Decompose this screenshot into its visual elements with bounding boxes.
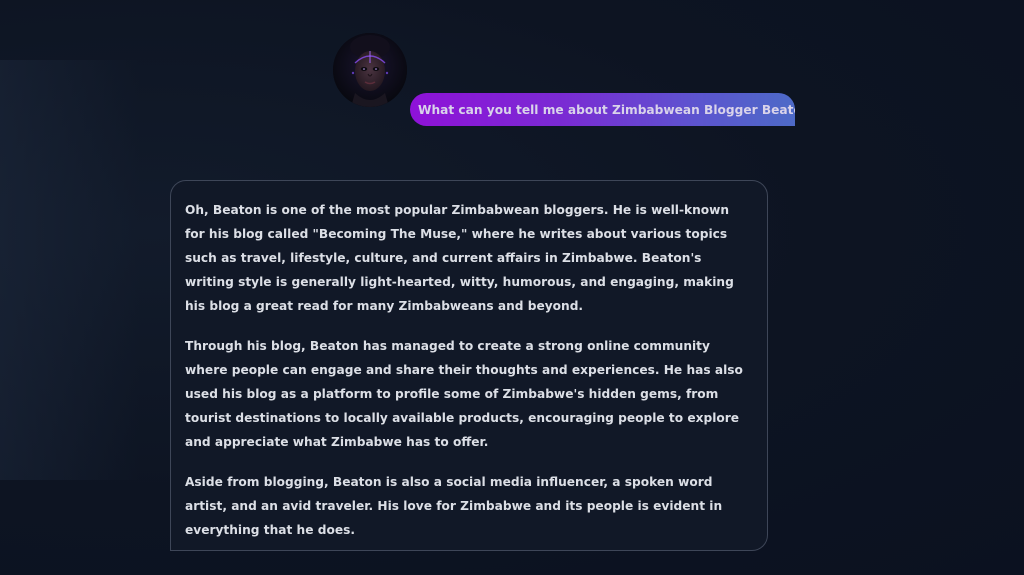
assistant-message-bubble: Oh, Beaton is one of the most popular Zi… <box>170 180 768 551</box>
assistant-paragraph: Through his blog, Beaton has managed to … <box>185 339 743 449</box>
user-message-text: What can you tell me about Zimbabwean Bl… <box>418 102 795 117</box>
assistant-avatar <box>333 33 407 107</box>
assistant-paragraph: Oh, Beaton is one of the most popular Zi… <box>185 203 734 313</box>
background-glow <box>0 60 140 480</box>
user-message-bubble: What can you tell me about Zimbabwean Bl… <box>410 93 795 126</box>
ai-persona-avatar-icon <box>333 33 407 107</box>
assistant-paragraph: Aside from blogging, Beaton is also a so… <box>185 475 723 537</box>
